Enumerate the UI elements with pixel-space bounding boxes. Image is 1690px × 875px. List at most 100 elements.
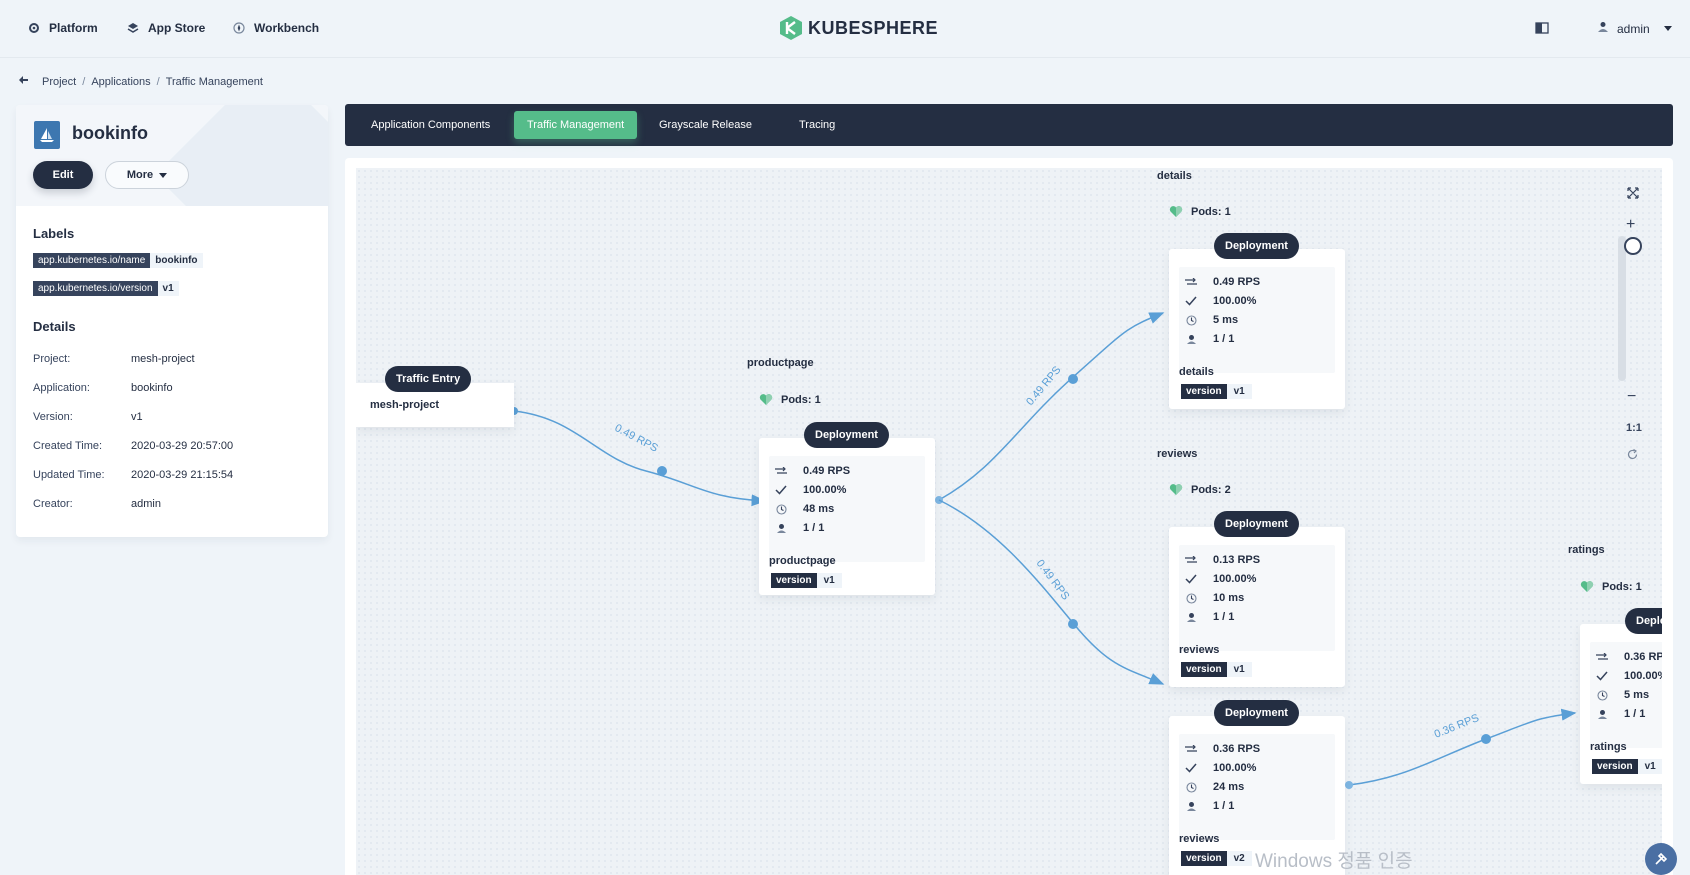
detail-value: 2020-03-29 20:57:00 (131, 440, 234, 452)
nav-app-store[interactable]: App Store (126, 21, 205, 35)
clock-icon (1185, 781, 1197, 793)
refresh-icon[interactable] (1627, 448, 1638, 463)
traffic-arrows-icon (1596, 651, 1608, 663)
clock-icon (1596, 689, 1608, 701)
metric-success-rate: 100.00% (1185, 762, 1256, 774)
pods-count: Pods: 1 (1169, 205, 1231, 218)
tab-tracing[interactable]: Tracing (786, 111, 848, 139)
deployment-pill: Deployment (1214, 511, 1299, 537)
service-name-reviews: reviews (1157, 448, 1198, 460)
topology-panel: 0.49 RPS 0.49 RPS 0.49 RPS 0.36 RPS mesh… (345, 158, 1673, 875)
label-tag: app.kubernetes.io/version v1 (33, 281, 179, 296)
more-button[interactable]: More (105, 161, 189, 189)
chevron-down-icon (159, 172, 168, 178)
pods-count: Pods: 1 (759, 393, 821, 406)
metric-rps: 0.36 RPS (1596, 651, 1662, 663)
label-value: bookinfo (150, 253, 203, 268)
pods-count-label: Pods: 1 (1191, 205, 1231, 218)
check-icon (1185, 573, 1197, 585)
zoom-slider-track[interactable] (1618, 236, 1626, 381)
edge-midpoint (1068, 619, 1078, 629)
detail-value: bookinfo (131, 382, 173, 394)
breadcrumb-project[interactable]: Project (42, 76, 76, 88)
label-tag: app.kubernetes.io/name bookinfo (33, 253, 203, 268)
zoom-out-icon[interactable]: − (1627, 388, 1636, 406)
brand-name: KUBESPHERE (808, 17, 939, 38)
label-value: v1 (157, 281, 179, 296)
health-heart-icon (1580, 581, 1594, 592)
tab-traffic-management[interactable]: Traffic Management (514, 111, 638, 139)
metric-success-rate: 100.00% (775, 484, 846, 496)
service-name-productpage: productpage (747, 357, 814, 369)
edge-entry-productpage (513, 410, 767, 507)
traffic-entry-label: mesh-project (370, 399, 440, 411)
workload-card-productpage[interactable]: 0.49 RPS 100.00% 48 ms 1 / 1 productpage… (759, 438, 935, 595)
label-key: app.kubernetes.io/version (33, 281, 158, 296)
version-tag: version v1 (1592, 759, 1662, 774)
detail-key: Version: (33, 411, 73, 423)
pods-count-label: Pods: 2 (1191, 483, 1231, 496)
detail-row-updated-time: Updated Time: 2020-03-29 21:15:54 (33, 469, 313, 481)
metric-replicas: 1 / 1 (1185, 611, 1234, 623)
breadcrumb-traffic-management: Traffic Management (165, 75, 263, 88)
detail-value: admin (131, 498, 161, 510)
tab-application-components[interactable]: Application Components (358, 111, 503, 139)
metric-latency: 24 ms (1185, 781, 1244, 793)
breadcrumb-separator: / (156, 75, 160, 88)
detail-value: 2020-03-29 21:15:54 (131, 469, 234, 481)
version-tag: version v1 (1181, 384, 1252, 399)
health-heart-icon (1169, 206, 1183, 217)
metric-latency: 5 ms (1185, 314, 1238, 326)
labels-title: Labels (33, 226, 75, 241)
nav-platform[interactable]: Platform (27, 21, 98, 35)
nav-workbench[interactable]: Workbench (232, 21, 319, 35)
edit-button[interactable]: Edit (33, 161, 93, 189)
pod-icon (1596, 708, 1608, 720)
metric-success-rate: 100.00% (1185, 573, 1256, 585)
traffic-arrows-icon (1185, 743, 1197, 755)
tab-grayscale-release[interactable]: Grayscale Release (646, 111, 765, 139)
windows-activation-watermark: Windows 정품 인증 (1255, 851, 1413, 872)
back-icon[interactable] (18, 75, 30, 88)
label-key: app.kubernetes.io/name (33, 253, 151, 268)
deployment-pill: Deployment (1214, 233, 1299, 259)
check-icon (1185, 295, 1197, 307)
kubesphere-logo[interactable]: KUBESPHERE (780, 16, 938, 40)
kubesphere-logo-icon (780, 16, 802, 40)
version-tag: version v1 (1181, 662, 1252, 677)
detail-key: Project: (33, 353, 71, 365)
zoom-slider-handle[interactable] (1624, 237, 1642, 255)
nav-workbench-label: Workbench (254, 21, 320, 35)
notification-icon[interactable] (1535, 22, 1549, 36)
topology-edges: 0.49 RPS 0.49 RPS 0.49 RPS 0.36 RPS (510, 312, 1577, 789)
detail-key: Creator: (33, 498, 73, 510)
zoom-in-icon[interactable]: + (1626, 216, 1635, 234)
metric-rps: 0.49 RPS (775, 465, 850, 477)
hammer-icon (1655, 852, 1668, 865)
zoom-reset-button[interactable]: 1:1 (1626, 422, 1642, 434)
tab-bar: Application Components Traffic Managemen… (345, 104, 1673, 146)
workload-card-ratings[interactable]: 0.36 RPS 100.00% 5 ms 1 / 1 ratings vers… (1580, 624, 1662, 784)
clock-icon (1185, 314, 1197, 326)
traffic-topology-graph[interactable]: 0.49 RPS 0.49 RPS 0.49 RPS 0.36 RPS mesh… (356, 168, 1662, 875)
fullscreen-icon[interactable] (1627, 187, 1639, 202)
gear-icon (27, 21, 41, 35)
traffic-arrows-icon (1185, 276, 1197, 288)
nav-app-store-label: App Store (148, 21, 206, 35)
edge-label: 0.49 RPS (1034, 558, 1072, 603)
edge-productpage-details (938, 312, 1165, 501)
metric-replicas: 1 / 1 (775, 522, 824, 534)
user-menu[interactable]: admin (1597, 21, 1672, 36)
clock-icon (775, 503, 787, 515)
help-tool-button[interactable] (1645, 843, 1677, 875)
chevron-down-icon (1663, 26, 1672, 31)
breadcrumb-applications[interactable]: Applications (91, 76, 150, 88)
workload-card-details[interactable]: 0.49 RPS 100.00% 5 ms 1 / 1 details vers… (1169, 249, 1345, 409)
detail-value: v1 (131, 411, 143, 423)
workload-card-reviews-v1[interactable]: 0.13 RPS 100.00% 10 ms 1 / 1 reviews ver… (1169, 527, 1345, 687)
pod-icon (775, 522, 787, 534)
detail-key: Application: (33, 382, 90, 394)
metric-latency: 48 ms (775, 503, 834, 515)
version-tag: version v2 (1181, 851, 1252, 866)
detail-key: Created Time: (33, 440, 103, 452)
